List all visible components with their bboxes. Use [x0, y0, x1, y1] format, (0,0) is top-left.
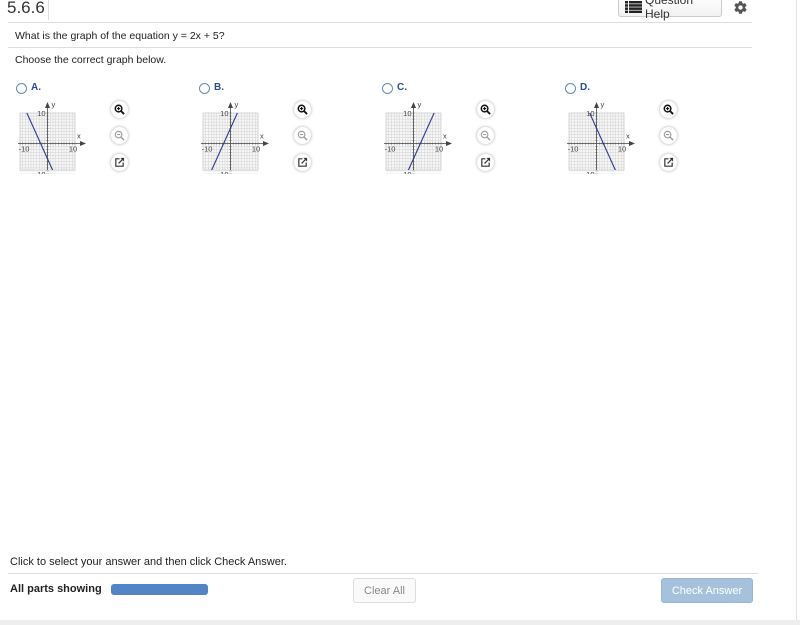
radio-button[interactable] [565, 83, 576, 94]
divider [48, 0, 49, 20]
x-tick-label-pos: 10 [252, 145, 260, 154]
y-axis-label: y [52, 100, 56, 109]
popout-button[interactable] [660, 154, 677, 171]
zoom-out-button[interactable] [111, 127, 128, 144]
graph[interactable]: y x -10 10 10 -10 [201, 98, 281, 174]
zoom-in-button[interactable] [477, 101, 494, 118]
option-c[interactable]: C. y x -10 10 10 -10 [382, 82, 532, 182]
zoom-out-icon [297, 130, 308, 141]
y-axis-arrow [594, 102, 599, 108]
prompt-divider [8, 47, 752, 48]
zoom-out-icon [114, 130, 125, 141]
check-answer-button[interactable]: Check Answer [661, 578, 753, 603]
panel-border [796, 0, 797, 620]
y-axis-arrow [45, 102, 50, 108]
x-axis-label: x [443, 132, 447, 141]
zoom-out-icon [480, 130, 491, 141]
y-axis-arrow [411, 102, 416, 108]
x-axis-arrow [629, 141, 635, 146]
option-a[interactable]: A. y x -10 10 10 -10 [16, 82, 166, 182]
x-tick-label-neg: -10 [568, 145, 579, 154]
progress-bar [111, 584, 208, 595]
clear-all-button[interactable]: Clear All [353, 578, 416, 603]
y-tick-label-neg: -10 [35, 170, 46, 174]
question-help-button[interactable]: Question Help [618, 0, 722, 21]
graph[interactable]: y x -10 10 10 -10 [18, 98, 98, 174]
y-axis-label: y [418, 100, 422, 109]
y-tick-label-pos: 10 [220, 109, 228, 118]
zoom-in-icon [480, 104, 491, 115]
radio-button[interactable] [382, 83, 393, 94]
zoom-in-icon [297, 104, 308, 115]
graph[interactable]: yx-101010-10 [567, 98, 647, 174]
bottom-strip [0, 620, 800, 625]
question-help-label: Question Help [644, 0, 693, 21]
x-tick-label-pos: 10 [618, 145, 626, 154]
y-axis-label: y [235, 100, 239, 109]
x-tick-label-neg: -10 [385, 145, 396, 154]
popout-button[interactable] [294, 154, 311, 171]
gear-icon[interactable] [733, 0, 748, 15]
zoom-in-button[interactable] [294, 101, 311, 118]
zoom-in-button[interactable] [111, 101, 128, 118]
option-label[interactable]: D. [580, 82, 590, 93]
popout-icon [664, 157, 674, 167]
popout-button[interactable] [111, 154, 128, 171]
graph[interactable]: y x -10 10 10 -10 [384, 98, 464, 174]
zoom-in-button[interactable] [660, 101, 677, 118]
x-axis-arrow [80, 141, 86, 146]
x-axis-arrow [263, 141, 269, 146]
y-tick-label-neg: -10 [584, 170, 595, 174]
x-tick-label-pos: 10 [69, 145, 77, 154]
zoom-in-icon [663, 104, 674, 115]
parts-label: All parts showing [10, 583, 102, 595]
y-tick-label-neg: -10 [218, 170, 229, 174]
question-prompt: What is the graph of the equation y = 2x… [15, 30, 225, 42]
list-icon [625, 0, 642, 13]
popout-icon [298, 157, 308, 167]
zoom-out-button[interactable] [477, 127, 494, 144]
popout-button[interactable] [477, 154, 494, 171]
x-tick-label-neg: -10 [19, 145, 30, 154]
x-tick-label-pos: 10 [435, 145, 443, 154]
zoom-in-icon [114, 104, 125, 115]
option-b[interactable]: B. y x -10 10 10 -10 [199, 82, 349, 182]
question-instruction: Choose the correct graph below. [15, 54, 167, 66]
option-label[interactable]: B. [214, 82, 224, 93]
radio-button[interactable] [199, 83, 210, 94]
footer-message: Click to select your answer and then cli… [10, 556, 287, 568]
y-tick-label-pos: 10 [37, 109, 45, 118]
zoom-out-icon [663, 130, 674, 141]
option-label[interactable]: A. [31, 82, 41, 93]
top-bar: 5.6.6 Question Help [0, 0, 800, 22]
popout-icon [481, 157, 491, 167]
footer-divider [8, 573, 758, 574]
question-number: 5.6.6 [7, 0, 45, 17]
x-axis-label: x [77, 132, 81, 141]
zoom-out-button[interactable] [294, 127, 311, 144]
popout-icon [115, 157, 125, 167]
option-d[interactable]: D.yx-101010-10 [565, 82, 715, 182]
y-tick-label-neg: -10 [401, 170, 412, 174]
y-axis-arrow [228, 102, 233, 108]
zoom-out-button[interactable] [660, 127, 677, 144]
y-tick-label-pos: 10 [403, 109, 411, 118]
radio-button[interactable] [16, 83, 27, 94]
y-axis-label: y [601, 100, 605, 109]
header-divider [8, 22, 752, 23]
x-axis-label: x [626, 132, 630, 141]
x-axis-label: x [260, 132, 264, 141]
x-axis-arrow [446, 141, 452, 146]
x-tick-label-neg: -10 [202, 145, 213, 154]
option-label[interactable]: C. [397, 82, 407, 93]
